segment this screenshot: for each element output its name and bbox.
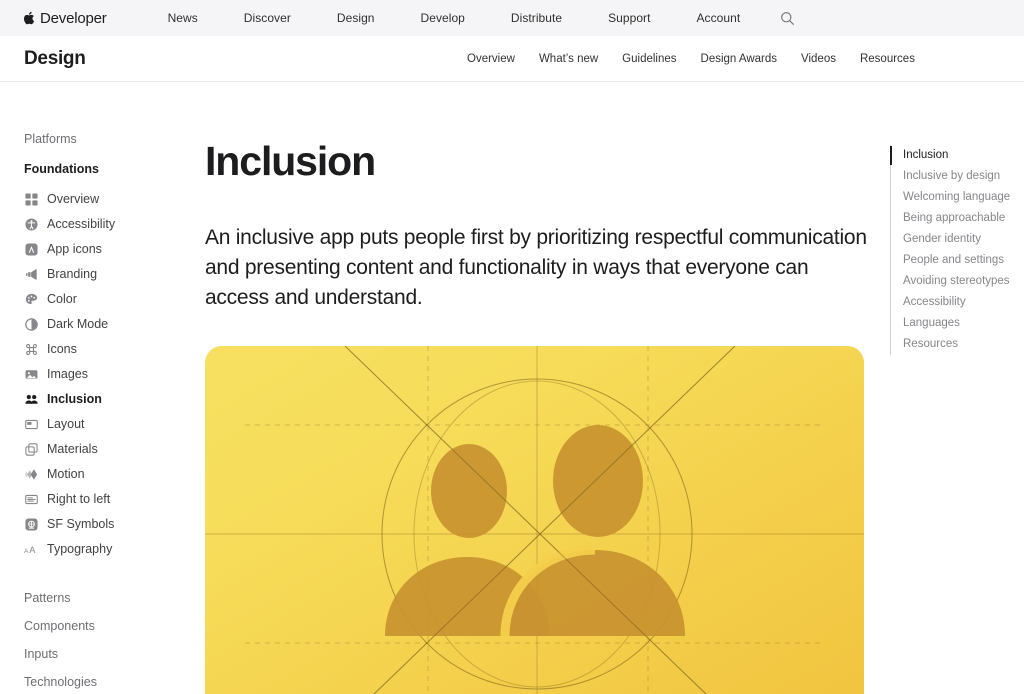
sidebar-item-platforms[interactable]: Platforms	[24, 133, 196, 146]
toc-item-people-and-settings[interactable]: People and settings	[890, 250, 1024, 271]
page-title: Inclusion	[205, 138, 376, 184]
global-navigation-bar: Developer News Discover Design Develop D…	[0, 0, 1024, 36]
sidebar-item-icons[interactable]: Icons	[24, 337, 196, 362]
sidebar-item-label: SF Symbols	[47, 517, 115, 532]
half-circle-icon	[24, 318, 38, 332]
sidebar-item-label: Images	[47, 367, 88, 382]
subnav-item-whats-new[interactable]: What’s new	[527, 53, 610, 65]
sidebar-item-label: Dark Mode	[47, 317, 109, 332]
app-store-icon	[24, 243, 38, 257]
subnav-item-design-awards[interactable]: Design Awards	[689, 53, 790, 65]
toc-item-avoiding-stereotypes[interactable]: Avoiding stereotypes	[890, 271, 1024, 292]
sidebar-item-images[interactable]: Images	[24, 362, 196, 387]
sidebar-item-label: Layout	[47, 417, 85, 432]
subnav-item-resources[interactable]: Resources	[848, 53, 927, 65]
gnav-item-distribute[interactable]: Distribute	[488, 11, 585, 25]
section-title[interactable]: Design	[24, 48, 86, 70]
sidebar-item-components[interactable]: Components	[24, 612, 196, 640]
photo-icon	[24, 368, 38, 382]
gnav-item-discover[interactable]: Discover	[221, 11, 314, 25]
gnav-item-support[interactable]: Support	[585, 11, 673, 25]
sidebar-group-foundations[interactable]: Foundations	[24, 162, 196, 176]
command-icon	[24, 343, 38, 357]
toc-item-inclusive-by-design[interactable]: Inclusive by design	[890, 166, 1024, 187]
sf-symbols-icon	[24, 518, 38, 532]
sidebar-item-label: Accessibility	[47, 217, 116, 232]
gnav-item-account[interactable]: Account	[674, 11, 764, 25]
gnav-item-news[interactable]: News	[145, 11, 221, 25]
sidebar-item-label: Materials	[47, 442, 98, 457]
toc-item-being-approachable[interactable]: Being approachable	[890, 208, 1024, 229]
sidebar-item-label: Right to left	[47, 492, 111, 507]
toc-item-inclusion[interactable]: Inclusion	[890, 145, 1024, 166]
sidebar-item-label: Overview	[47, 192, 100, 207]
sidebar-item-accessibility[interactable]: Accessibility	[24, 212, 196, 237]
toc-item-gender-identity[interactable]: Gender identity	[890, 229, 1024, 250]
gnav-item-develop[interactable]: Develop	[398, 11, 488, 25]
sidebar-item-materials[interactable]: Materials	[24, 437, 196, 462]
search-icon[interactable]	[777, 8, 797, 28]
sidebar-item-dark-mode[interactable]: Dark Mode	[24, 312, 196, 337]
gnav-item-design[interactable]: Design	[314, 11, 398, 25]
sidebar-secondary-group: Patterns Components Inputs Technologies	[24, 584, 196, 693]
sidebar-item-color[interactable]: Color	[24, 287, 196, 312]
sidebar-item-patterns[interactable]: Patterns	[24, 584, 196, 612]
subnav-item-videos[interactable]: Videos	[789, 53, 848, 65]
sidebar-item-right-to-left[interactable]: Right to left	[24, 487, 196, 512]
sidebar-item-label: Branding	[47, 267, 98, 282]
sidebar-navigation: Platforms Foundations Overview Accessibi…	[0, 82, 196, 693]
megaphone-icon	[24, 268, 38, 282]
main-content: Inclusion An inclusive app puts people f…	[196, 82, 890, 694]
page-body: Platforms Foundations Overview Accessibi…	[0, 82, 1024, 694]
sidebar-item-inputs[interactable]: Inputs	[24, 640, 196, 668]
hero-illustration	[205, 346, 864, 694]
sidebar-item-overview[interactable]: Overview	[24, 187, 196, 212]
sidebar-item-typography[interactable]: A A Typography	[24, 537, 196, 562]
sidebar-item-inclusion[interactable]: Inclusion	[24, 387, 196, 412]
sidebar-item-label: Motion	[47, 467, 85, 482]
sidebar-item-app-icons[interactable]: App icons	[24, 237, 196, 262]
sidebar-item-label: Icons	[47, 342, 77, 357]
section-navigation-bar: Design Overview What’s new Guidelines De…	[0, 36, 1024, 82]
toc-item-welcoming-language[interactable]: Welcoming language	[890, 187, 1024, 208]
subnav-item-overview[interactable]: Overview	[455, 53, 527, 65]
two-people-grid-illustration	[205, 346, 864, 694]
sidebar-item-label: Color	[47, 292, 77, 307]
palette-icon	[24, 293, 38, 307]
toc-item-accessibility[interactable]: Accessibility	[890, 292, 1024, 313]
section-nav-links: Overview What’s new Guidelines Design Aw…	[455, 53, 927, 65]
sidebar-item-technologies[interactable]: Technologies	[24, 668, 196, 693]
layers-icon	[24, 443, 38, 457]
people-icon	[24, 393, 38, 407]
grid-icon	[24, 193, 38, 207]
sidebar-item-motion[interactable]: Motion	[24, 462, 196, 487]
sidebar-item-branding[interactable]: Branding	[24, 262, 196, 287]
table-of-contents: Inclusion Inclusive by design Welcoming …	[890, 82, 1024, 693]
svg-text:A: A	[24, 548, 29, 555]
sidebar-item-label: App icons	[47, 242, 102, 257]
text-lines-icon	[24, 493, 38, 507]
toc-item-resources[interactable]: Resources	[890, 334, 1024, 355]
developer-brand-logo[interactable]: Developer	[22, 10, 107, 27]
global-nav-links: News Discover Design Develop Distribute …	[145, 11, 764, 25]
accessibility-icon	[24, 218, 38, 232]
sidebar-item-sf-symbols[interactable]: SF Symbols	[24, 512, 196, 537]
brand-name-label: Developer	[40, 9, 107, 27]
sidebar-item-label: Typography	[47, 542, 113, 557]
apple-logo-icon	[22, 10, 35, 26]
layout-icon	[24, 418, 38, 432]
motion-icon	[24, 468, 38, 482]
sidebar-item-label: Inclusion	[47, 392, 102, 407]
page-intro-paragraph: An inclusive app puts people first by pr…	[205, 226, 867, 309]
subnav-item-guidelines[interactable]: Guidelines	[610, 53, 688, 65]
svg-text:A: A	[29, 545, 36, 555]
toc-item-languages[interactable]: Languages	[890, 313, 1024, 334]
sidebar-item-layout[interactable]: Layout	[24, 412, 196, 437]
typography-icon: A A	[24, 543, 38, 557]
